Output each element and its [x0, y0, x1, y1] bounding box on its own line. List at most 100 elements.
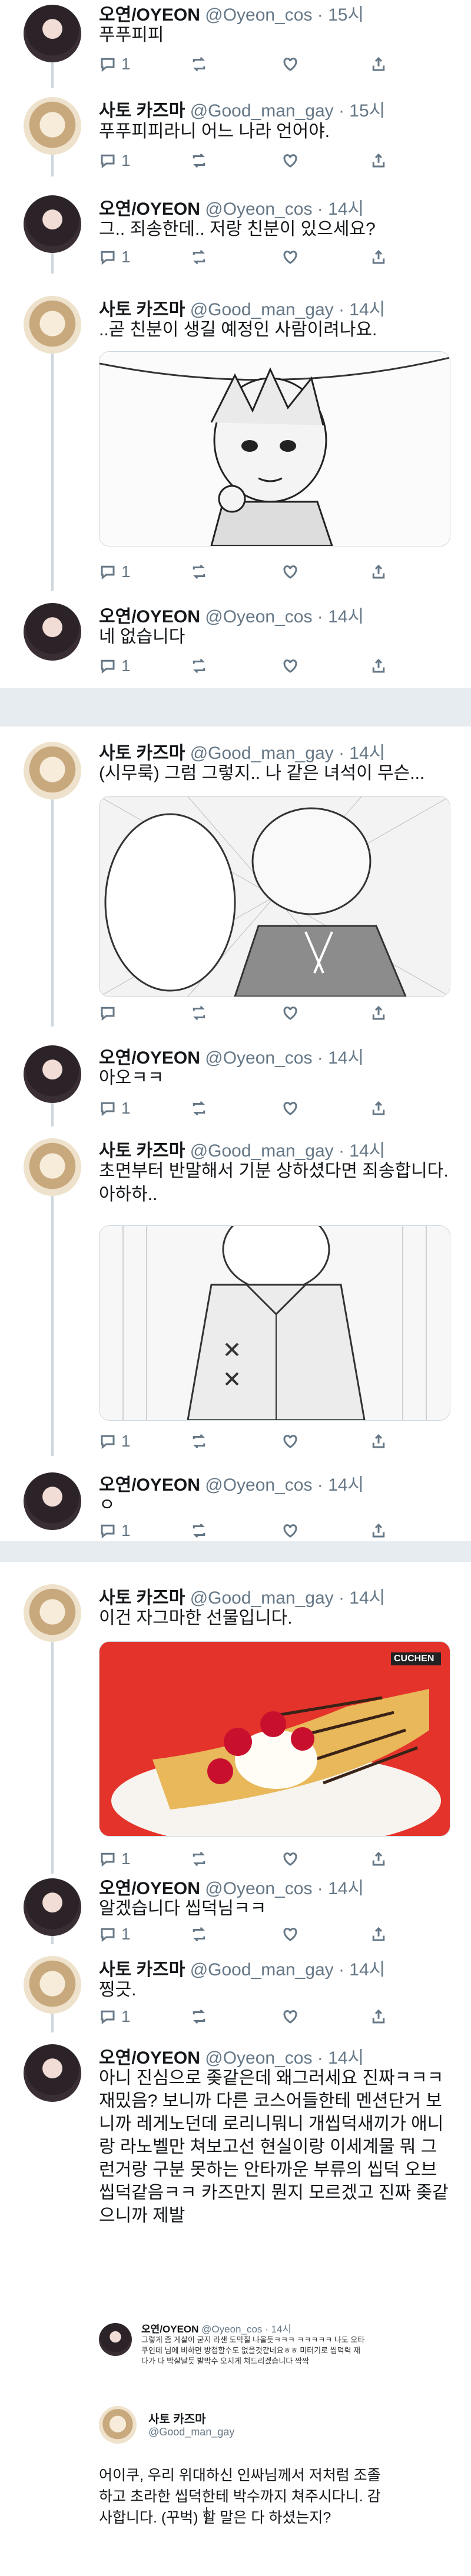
- retweet-button[interactable]: [190, 2007, 208, 2027]
- reply-button[interactable]: 1: [99, 151, 131, 171]
- user-name[interactable]: 사토 카즈마: [99, 744, 185, 763]
- user-handle[interactable]: @Oyeon_cos: [205, 1879, 312, 1898]
- user-name[interactable]: 사토 카즈마: [148, 2410, 206, 2427]
- timestamp[interactable]: · 15시: [317, 5, 364, 25]
- manga-image[interactable]: [99, 1225, 450, 1421]
- user-name[interactable]: 사토 카즈마: [99, 1588, 185, 1608]
- user-name[interactable]: 오연/OYEON: [99, 1475, 200, 1495]
- avatar[interactable]: [24, 296, 81, 354]
- timestamp[interactable]: · 14시: [339, 1960, 385, 1980]
- avatar[interactable]: [24, 97, 81, 155]
- tweet[interactable]: 사토 카즈마 @Good_man_gay · 15시 푸푸피피라니 어느 나라 …: [0, 88, 471, 176]
- retweet-button[interactable]: [190, 1849, 208, 1869]
- user-handle[interactable]: @Oyeon_cos: [205, 199, 312, 219]
- manga-image[interactable]: [99, 796, 450, 997]
- user-handle[interactable]: @Good_man_gay: [190, 744, 334, 763]
- timestamp[interactable]: · 14시: [339, 1588, 385, 1608]
- timestamp[interactable]: · 14시: [317, 1475, 364, 1495]
- user-name[interactable]: 오연/OYEON: [141, 2324, 198, 2335]
- retweet-button[interactable]: [190, 1924, 208, 1944]
- tweet[interactable]: 오연/OYEON @Oyeon_cos · 14시 그.. 죄송한데.. 저랑 …: [0, 176, 471, 274]
- share-button[interactable]: [370, 656, 387, 676]
- retweet-button[interactable]: [190, 1521, 208, 1541]
- like-button[interactable]: [281, 1521, 299, 1541]
- like-button[interactable]: [281, 562, 299, 582]
- retweet-button[interactable]: [190, 562, 208, 582]
- share-button[interactable]: [370, 54, 387, 74]
- user-handle[interactable]: @Good_man_gay: [190, 101, 334, 121]
- timestamp[interactable]: · 14시: [317, 2048, 364, 2068]
- retweet-button[interactable]: [190, 1003, 208, 1023]
- tweet[interactable]: 오연/OYEON @Oyeon_cos · 14시 아오ㅋㅋ 1: [0, 1027, 471, 1127]
- avatar[interactable]: [24, 5, 81, 62]
- timestamp[interactable]: · 14시: [317, 199, 364, 219]
- reply-button[interactable]: 1: [99, 656, 131, 676]
- share-button[interactable]: [370, 1849, 387, 1869]
- user-handle[interactable]: @Oyeon_cos: [205, 607, 312, 626]
- timestamp[interactable]: · 14시: [317, 607, 364, 626]
- avatar[interactable]: [24, 1878, 81, 1936]
- reply-button[interactable]: 1: [99, 562, 131, 582]
- timestamp[interactable]: · 14시: [317, 1048, 364, 1068]
- share-button[interactable]: [370, 2007, 387, 2027]
- reply-button[interactable]: 1: [99, 1521, 131, 1541]
- timestamp[interactable]: · 15시: [339, 101, 385, 121]
- user-name[interactable]: 오연/OYEON: [99, 5, 200, 25]
- user-handle[interactable]: @Oyeon_cos: [205, 2048, 312, 2068]
- user-handle[interactable]: @Good_man_gay: [148, 2426, 234, 2438]
- user-handle[interactable]: @Good_man_gay: [190, 1960, 334, 1980]
- like-button[interactable]: [281, 54, 299, 74]
- avatar[interactable]: [24, 1138, 81, 1196]
- retweet-button[interactable]: [190, 247, 208, 267]
- tweet[interactable]: 오연/OYEON @Oyeon_cos · 14시 네 없습니다 1: [0, 591, 471, 688]
- share-button[interactable]: [370, 1521, 387, 1541]
- user-handle[interactable]: @Oyeon_cos · 14시: [201, 2324, 291, 2335]
- tweet[interactable]: 사토 카즈마 @Good_man_gay · 14시 찡긋. 1: [0, 1944, 471, 2032]
- like-button[interactable]: [281, 1849, 299, 1869]
- tweet[interactable]: 오연/OYEON @Oyeon_cos · 14시 알겠습니다 씹덕님ㅋㅋ 1: [0, 1874, 471, 1944]
- share-button[interactable]: [370, 151, 387, 171]
- reply-button[interactable]: [99, 1003, 121, 1023]
- like-button[interactable]: [281, 656, 299, 676]
- avatar[interactable]: [24, 1956, 81, 2014]
- tweet[interactable]: 오연/OYEON @Oyeon_cos · 14시 ㅇ 1: [0, 1456, 471, 1541]
- final-reply[interactable]: 사토 카즈마 @Good_man_gay 어이쿠, 우리 위대하신 인싸님께서 …: [99, 2406, 452, 2571]
- avatar[interactable]: [99, 2323, 132, 2356]
- avatar[interactable]: [99, 2406, 137, 2444]
- user-name[interactable]: 오연/OYEON: [99, 607, 200, 626]
- user-handle[interactable]: @Oyeon_cos: [205, 1048, 312, 1068]
- user-handle[interactable]: @Good_man_gay: [190, 1141, 334, 1161]
- avatar[interactable]: [24, 742, 81, 799]
- avatar[interactable]: [24, 2044, 81, 2102]
- retweet-button[interactable]: [190, 54, 208, 74]
- embedded-reply[interactable]: 오연/OYEON @Oyeon_cos · 14시 그렇게 좀 게살이 굳지 라…: [99, 2321, 452, 2403]
- timestamp[interactable]: · 14시: [339, 300, 385, 319]
- like-button[interactable]: [281, 151, 299, 171]
- share-button[interactable]: [370, 1924, 387, 1944]
- like-button[interactable]: [281, 1003, 299, 1023]
- avatar[interactable]: [24, 1584, 81, 1642]
- manga-image[interactable]: [99, 351, 450, 546]
- user-name[interactable]: 사토 카즈마: [99, 101, 185, 121]
- reply-button[interactable]: 1: [99, 247, 131, 267]
- tweet[interactable]: 오연/OYEON @Oyeon_cos · 14시 아니 진심으로 좆같은데 왜…: [0, 2032, 471, 2327]
- reply-button[interactable]: 1: [99, 1924, 131, 1944]
- user-name[interactable]: 오연/OYEON: [99, 199, 200, 219]
- user-name[interactable]: 사토 카즈마: [99, 300, 185, 319]
- reply-button[interactable]: 1: [99, 1431, 131, 1451]
- avatar[interactable]: [24, 195, 81, 253]
- user-name[interactable]: 사토 카즈마: [99, 1141, 185, 1161]
- user-handle[interactable]: @Oyeon_cos: [205, 5, 312, 25]
- tweet[interactable]: 사토 카즈마 @Good_man_gay · 14시 (시무룩) 그럼 그렇지.…: [0, 727, 471, 1027]
- reply-button[interactable]: 1: [99, 54, 131, 74]
- like-button[interactable]: [281, 247, 299, 267]
- tweet[interactable]: 사토 카즈마 @Good_man_gay · 14시 이건 자그마한 선물입니다…: [0, 1562, 471, 1874]
- share-button[interactable]: [370, 1003, 387, 1023]
- timestamp[interactable]: · 14시: [339, 1141, 385, 1161]
- avatar[interactable]: [24, 603, 81, 661]
- share-button[interactable]: [370, 247, 387, 267]
- reply-button[interactable]: 1: [99, 2007, 131, 2027]
- retweet-button[interactable]: [190, 151, 208, 171]
- share-button[interactable]: [370, 562, 387, 582]
- user-handle[interactable]: @Oyeon_cos: [205, 1475, 312, 1495]
